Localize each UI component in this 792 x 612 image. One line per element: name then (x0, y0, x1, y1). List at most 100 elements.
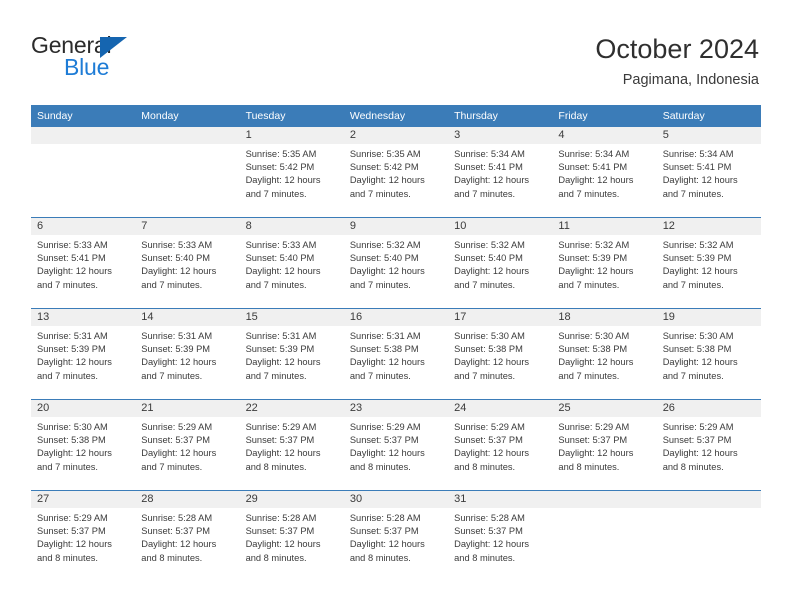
day-cell[interactable]: 11 Sunrise: 5:32 AM Sunset: 5:39 PM Dayl… (552, 217, 657, 309)
day-cell-inner: 21 Sunrise: 5:29 AM Sunset: 5:37 PM Dayl… (135, 400, 240, 490)
weekday-header-friday: Friday (552, 105, 657, 127)
day-number: 7 (135, 218, 240, 235)
day-details: Sunrise: 5:31 AM Sunset: 5:38 PM Dayligh… (344, 326, 448, 383)
day-cell[interactable]: 3 Sunrise: 5:34 AM Sunset: 5:41 PM Dayli… (448, 127, 553, 218)
day-cell-inner: 11 Sunrise: 5:32 AM Sunset: 5:39 PM Dayl… (552, 218, 657, 308)
day-cell[interactable] (552, 490, 657, 581)
day-cell[interactable]: 29 Sunrise: 5:28 AM Sunset: 5:37 PM Dayl… (239, 490, 344, 581)
day-cell[interactable]: 2 Sunrise: 5:35 AM Sunset: 5:42 PM Dayli… (343, 127, 449, 218)
calendar-page: General Blue October 2024 Pagimana, Indo… (0, 0, 792, 612)
day-cell-inner: 16 Sunrise: 5:31 AM Sunset: 5:38 PM Dayl… (343, 309, 449, 399)
sunset-text: Sunset: 5:37 PM (245, 526, 315, 537)
day-number: 4 (552, 127, 657, 144)
page-header: General Blue October 2024 Pagimana, Indo… (0, 0, 792, 100)
daylight-text: Daylight: 12 hours and 7 minutes. (245, 266, 321, 290)
weekday-header-sunday: Sunday (31, 105, 136, 127)
day-details: Sunrise: 5:32 AM Sunset: 5:39 PM Dayligh… (552, 235, 656, 292)
logo-text-blue: Blue (64, 54, 110, 80)
sunrise-text: Sunrise: 5:31 AM (245, 331, 317, 341)
day-cell[interactable]: 10 Sunrise: 5:32 AM Sunset: 5:40 PM Dayl… (448, 217, 553, 309)
daylight-text: Daylight: 12 hours and 8 minutes. (245, 448, 321, 472)
day-details: Sunrise: 5:29 AM Sunset: 5:37 PM Dayligh… (344, 417, 448, 474)
day-cell[interactable]: 25 Sunrise: 5:29 AM Sunset: 5:37 PM Dayl… (552, 399, 657, 491)
day-cell[interactable]: 7 Sunrise: 5:33 AM Sunset: 5:40 PM Dayli… (135, 217, 240, 309)
day-cell-inner: 31 Sunrise: 5:28 AM Sunset: 5:37 PM Dayl… (448, 491, 553, 581)
day-number: 18 (552, 309, 657, 326)
day-cell[interactable]: 4 Sunrise: 5:34 AM Sunset: 5:41 PM Dayli… (552, 127, 657, 218)
sunset-text: Sunset: 5:38 PM (349, 344, 419, 355)
day-details: Sunrise: 5:35 AM Sunset: 5:42 PM Dayligh… (240, 144, 344, 201)
sunrise-text: Sunrise: 5:33 AM (37, 240, 108, 250)
day-details: Sunrise: 5:34 AM Sunset: 5:41 PM Dayligh… (657, 144, 761, 201)
day-cell[interactable]: 30 Sunrise: 5:28 AM Sunset: 5:37 PM Dayl… (343, 490, 449, 581)
day-cell[interactable]: 14 Sunrise: 5:31 AM Sunset: 5:39 PM Dayl… (135, 308, 240, 400)
sunset-text: Sunset: 5:37 PM (37, 526, 106, 537)
day-cell[interactable]: 21 Sunrise: 5:29 AM Sunset: 5:37 PM Dayl… (135, 399, 240, 491)
daylight-text: Daylight: 12 hours and 7 minutes. (141, 266, 217, 290)
weekday-header-saturday: Saturday (656, 105, 761, 127)
day-cell[interactable]: 24 Sunrise: 5:29 AM Sunset: 5:37 PM Dayl… (448, 399, 553, 491)
day-details: Sunrise: 5:33 AM Sunset: 5:40 PM Dayligh… (240, 235, 344, 292)
day-cell-inner: 19 Sunrise: 5:30 AM Sunset: 5:38 PM Dayl… (656, 309, 761, 399)
day-cell-inner: 3 Sunrise: 5:34 AM Sunset: 5:41 PM Dayli… (448, 127, 553, 217)
sunrise-text: Sunrise: 5:29 AM (454, 422, 525, 432)
day-cell[interactable]: 12 Sunrise: 5:32 AM Sunset: 5:39 PM Dayl… (656, 217, 761, 309)
daylight-text: Daylight: 12 hours and 7 minutes. (37, 357, 112, 381)
day-cell[interactable]: 13 Sunrise: 5:31 AM Sunset: 5:39 PM Dayl… (31, 308, 136, 400)
day-cell[interactable]: 16 Sunrise: 5:31 AM Sunset: 5:38 PM Dayl… (343, 308, 449, 400)
day-cell[interactable]: 28 Sunrise: 5:28 AM Sunset: 5:37 PM Dayl… (135, 490, 240, 581)
day-cell-inner: 5 Sunrise: 5:34 AM Sunset: 5:41 PM Dayli… (656, 127, 761, 217)
day-details: Sunrise: 5:32 AM Sunset: 5:40 PM Dayligh… (344, 235, 448, 292)
day-cell[interactable]: 18 Sunrise: 5:30 AM Sunset: 5:38 PM Dayl… (552, 308, 657, 400)
daylight-text: Daylight: 12 hours and 8 minutes. (349, 539, 425, 563)
page-subtitle: Pagimana, Indonesia (622, 72, 759, 88)
day-details: Sunrise: 5:28 AM Sunset: 5:37 PM Dayligh… (448, 508, 552, 565)
sunset-text: Sunset: 5:39 PM (141, 344, 211, 355)
sunrise-text: Sunrise: 5:29 AM (245, 422, 317, 432)
day-number: 17 (448, 309, 553, 326)
day-cell[interactable]: 5 Sunrise: 5:34 AM Sunset: 5:41 PM Dayli… (656, 127, 761, 218)
day-cell[interactable]: 15 Sunrise: 5:31 AM Sunset: 5:39 PM Dayl… (239, 308, 344, 400)
daylight-text: Daylight: 12 hours and 7 minutes. (141, 448, 217, 472)
day-cell[interactable]: 27 Sunrise: 5:29 AM Sunset: 5:37 PM Dayl… (31, 490, 136, 581)
sunrise-text: Sunrise: 5:28 AM (245, 513, 317, 523)
day-cell[interactable] (135, 127, 240, 218)
sunrise-text: Sunrise: 5:30 AM (662, 331, 734, 341)
day-cell-inner: 1 Sunrise: 5:35 AM Sunset: 5:42 PM Dayli… (239, 127, 344, 217)
day-number: 25 (552, 400, 657, 417)
day-number: 14 (135, 309, 240, 326)
day-cell[interactable]: 1 Sunrise: 5:35 AM Sunset: 5:42 PM Dayli… (239, 127, 344, 218)
weekday-header-thursday: Thursday (448, 105, 553, 127)
daylight-text: Daylight: 12 hours and 8 minutes. (141, 539, 217, 563)
day-details: Sunrise: 5:30 AM Sunset: 5:38 PM Dayligh… (552, 326, 656, 383)
day-cell[interactable] (31, 127, 136, 218)
day-cell[interactable]: 19 Sunrise: 5:30 AM Sunset: 5:38 PM Dayl… (656, 308, 761, 400)
day-cell-inner: 25 Sunrise: 5:29 AM Sunset: 5:37 PM Dayl… (552, 400, 657, 490)
day-cell[interactable]: 22 Sunrise: 5:29 AM Sunset: 5:37 PM Dayl… (239, 399, 344, 491)
day-cell-inner: 17 Sunrise: 5:30 AM Sunset: 5:38 PM Dayl… (448, 309, 553, 399)
daylight-text: Daylight: 12 hours and 8 minutes. (349, 448, 425, 472)
sunrise-text: Sunrise: 5:35 AM (245, 149, 317, 159)
sunset-text: Sunset: 5:37 PM (454, 435, 523, 446)
day-cell[interactable]: 9 Sunrise: 5:32 AM Sunset: 5:40 PM Dayli… (343, 217, 449, 309)
day-cell[interactable]: 23 Sunrise: 5:29 AM Sunset: 5:37 PM Dayl… (343, 399, 449, 491)
day-number: 27 (31, 491, 136, 508)
weekday-header-tuesday: Tuesday (239, 105, 344, 127)
day-cell[interactable]: 20 Sunrise: 5:30 AM Sunset: 5:38 PM Dayl… (31, 399, 136, 491)
general-blue-logo[interactable]: General Blue (31, 32, 241, 88)
day-number: 13 (31, 309, 136, 326)
sunset-text: Sunset: 5:37 PM (141, 435, 211, 446)
day-cell[interactable]: 17 Sunrise: 5:30 AM Sunset: 5:38 PM Dayl… (448, 308, 553, 400)
sunset-text: Sunset: 5:39 PM (662, 253, 732, 264)
day-number: 16 (343, 309, 449, 326)
daylight-text: Daylight: 12 hours and 8 minutes. (37, 539, 112, 563)
day-cell[interactable]: 6 Sunrise: 5:33 AM Sunset: 5:41 PM Dayli… (31, 217, 136, 309)
day-cell-inner: 27 Sunrise: 5:29 AM Sunset: 5:37 PM Dayl… (31, 491, 136, 581)
day-cell[interactable]: 8 Sunrise: 5:33 AM Sunset: 5:40 PM Dayli… (239, 217, 344, 309)
sunset-text: Sunset: 5:41 PM (558, 162, 628, 173)
day-cell-inner: 29 Sunrise: 5:28 AM Sunset: 5:37 PM Dayl… (239, 491, 344, 581)
day-cell[interactable]: 26 Sunrise: 5:29 AM Sunset: 5:37 PM Dayl… (656, 399, 761, 491)
day-cell[interactable]: 31 Sunrise: 5:28 AM Sunset: 5:37 PM Dayl… (448, 490, 553, 581)
day-cell[interactable] (656, 490, 761, 581)
daylight-text: Daylight: 12 hours and 7 minutes. (37, 448, 112, 472)
